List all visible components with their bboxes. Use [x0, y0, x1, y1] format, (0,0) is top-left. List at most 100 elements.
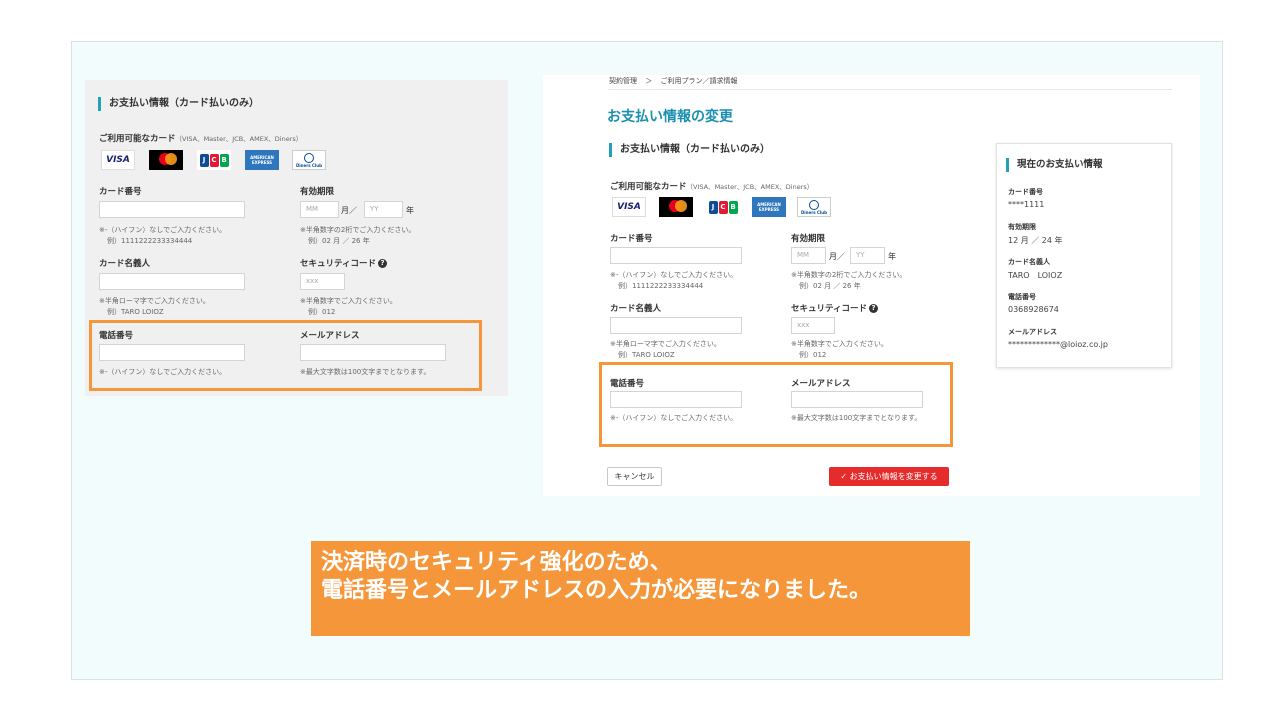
jcb-letter-j-new: J [708, 200, 718, 214]
card-number-note-new: ※-（ハイフン）なしでご入力ください。 [610, 271, 738, 279]
expiry-year-input-new[interactable]: YY [850, 247, 885, 264]
security-code-label-text: セキュリティコード [300, 259, 376, 269]
security-code-note: ※半角数字でご入力ください。 [300, 297, 397, 305]
amex-card-icon: AMERICAN EXPRESS [245, 150, 279, 170]
card-holder-note-new: ※半角ローマ字でご入力ください。 [610, 340, 721, 348]
current-expiry-value: 12 月 ／ 24 年 [1008, 236, 1063, 245]
diners-logo-text-new: Diners Club [800, 209, 827, 215]
highlight-box-right [599, 362, 953, 447]
breadcrumb-current: ご利用プラン／請求情報 [660, 77, 738, 85]
announcement-text: 決済時のセキュリティ強化のため、 電話番号とメールアドレスの入力が必要になりまし… [321, 549, 871, 605]
help-icon[interactable]: ? [869, 304, 878, 313]
current-email-label: メールアドレス [1008, 328, 1057, 336]
expiry-month-input-new[interactable]: MM [791, 247, 826, 264]
jcb-letter-j: J [199, 153, 209, 167]
expiry-note-new: ※半角数字の2桁でご入力ください。 [791, 271, 907, 279]
section-title-new: お支払い情報（カード払いのみ） [609, 143, 770, 157]
security-code-note-new: ※半角数字でご入力ください。 [791, 340, 888, 348]
expiry-month-unit: 月／ [341, 206, 357, 215]
available-cards-sub-new: （VISA、Master、JCB、AMEX、Diners） [686, 183, 814, 191]
card-holder-note: ※半角ローマ字でご入力ください。 [99, 297, 210, 305]
mastercard-card-icon [149, 150, 183, 170]
available-cards-label-text-new: ご利用可能なカード [610, 182, 687, 192]
breadcrumb: 契約管理 ＞ ご利用プラン／請求情報 [609, 76, 737, 86]
expiry-note: ※半角数字の2桁でご入力ください。 [300, 226, 416, 234]
card-holder-example: 例）TARO LOIOZ [107, 308, 164, 316]
jcb-card-icon: JCB [706, 197, 740, 217]
expiry-label: 有効期限 [300, 187, 335, 197]
current-holder-label: カード名義人 [1008, 258, 1050, 266]
current-payment-info-card: 現在のお支払い情報 カード番号 ****1111 有効期限 12 月 ／ 24 … [996, 143, 1172, 368]
security-code-label-text-new: セキュリティコード [791, 304, 867, 314]
current-info-title: 現在のお支払い情報 [1006, 158, 1103, 172]
current-phone-value: 0368928674 [1008, 305, 1059, 314]
security-code-example: 例）012 [308, 308, 336, 316]
current-phone-label: 電話番号 [1008, 293, 1036, 301]
expiry-year-unit: 年 [406, 206, 414, 215]
expiry-month-unit-new: 月／ [829, 252, 845, 261]
security-code-label: セキュリティコード? [300, 257, 387, 269]
expiry-example: 例）02 月 ／ 26 年 [308, 237, 370, 245]
card-number-label-new: カード番号 [610, 234, 653, 244]
current-card-number-label: カード番号 [1008, 188, 1043, 196]
page-title: お支払い情報の変更 [607, 109, 733, 125]
card-number-input-new[interactable] [610, 247, 742, 264]
card-number-input[interactable] [99, 201, 245, 218]
breadcrumb-link[interactable]: 契約管理 [609, 77, 637, 85]
jcb-card-icon: JCB [197, 150, 231, 170]
jcb-letter-b-new: B [728, 200, 738, 214]
security-code-example-new: 例）012 [799, 351, 827, 359]
announcement-banner: 決済時のセキュリティ強化のため、 電話番号とメールアドレスの入力が必要になりまし… [311, 541, 970, 636]
current-holder-value: TARO LOIOZ [1008, 271, 1063, 280]
card-holder-label: カード名義人 [99, 259, 151, 269]
announcement-line-2: 電話番号とメールアドレスの入力が必要になりました。 [321, 578, 872, 603]
security-code-input[interactable]: xxx [300, 273, 345, 290]
security-code-label-new: セキュリティコード? [791, 302, 878, 314]
available-cards-label-new: ご利用可能なカード（VISA、Master、JCB、AMEX、Diners） [610, 180, 813, 192]
expiry-year-unit-new: 年 [888, 252, 896, 261]
jcb-letter-c-new: C [718, 200, 728, 214]
cancel-button[interactable]: キャンセル [607, 467, 662, 486]
current-email-value: *************@loioz.co.jp [1008, 340, 1108, 349]
expiry-example-new: 例）02 月 ／ 26 年 [799, 282, 861, 290]
check-icon: ✓ [840, 472, 848, 481]
card-holder-example-new: 例）TARO LOIOZ [618, 351, 675, 359]
amex-logo-text: AMERICAN EXPRESS [250, 155, 274, 165]
expiry-month-input[interactable]: MM [300, 201, 339, 218]
card-number-note: ※-（ハイフン）なしでご入力ください。 [99, 226, 227, 234]
card-number-example: 例）1111222233334444 [107, 237, 193, 245]
mastercard-card-icon [659, 197, 693, 217]
expiry-label-new: 有効期限 [791, 234, 826, 244]
card-number-label: カード番号 [99, 187, 142, 197]
diners-logo-text: Diners Club [295, 162, 322, 168]
diners-card-icon: Diners Club [797, 197, 831, 217]
available-cards-label-text: ご利用可能なカード [99, 134, 176, 144]
amex-logo-text-new: AMERICAN EXPRESS [757, 202, 781, 212]
breadcrumb-separator: ＞ [645, 77, 653, 85]
visa-logo-text: VISA [106, 155, 130, 165]
section-title: お支払い情報（カード払いのみ） [98, 97, 259, 111]
visa-card-icon: VISA [101, 150, 135, 170]
card-holder-label-new: カード名義人 [610, 304, 662, 314]
card-holder-input-new[interactable] [610, 317, 742, 334]
submit-payment-button[interactable]: ✓ お支払い情報を変更する [829, 467, 949, 486]
expiry-year-input[interactable]: YY [364, 201, 403, 218]
available-cards-sub: （VISA、Master、JCB、AMEX、Diners） [175, 135, 303, 143]
announcement-line-1: 決済時のセキュリティ強化のため、 [321, 550, 672, 575]
card-holder-input[interactable] [99, 273, 245, 290]
submit-payment-button-label: お支払い情報を変更する [849, 472, 938, 481]
card-number-example-new: 例）1111222233334444 [618, 282, 704, 290]
diners-card-icon: Diners Club [292, 150, 326, 170]
breadcrumb-divider [608, 89, 1172, 90]
current-expiry-label: 有効期限 [1008, 223, 1036, 231]
jcb-letter-c: C [209, 153, 219, 167]
visa-logo-text-new: VISA [617, 202, 641, 212]
security-code-input-new[interactable]: xxx [791, 317, 835, 334]
amex-card-icon: AMERICAN EXPRESS [752, 197, 786, 217]
available-cards-label: ご利用可能なカード（VISA、Master、JCB、AMEX、Diners） [99, 132, 302, 144]
visa-card-icon: VISA [612, 197, 646, 217]
jcb-letter-b: B [219, 153, 229, 167]
current-card-number-value: ****1111 [1008, 200, 1045, 209]
highlight-box-left [89, 320, 482, 391]
help-icon[interactable]: ? [378, 259, 387, 268]
